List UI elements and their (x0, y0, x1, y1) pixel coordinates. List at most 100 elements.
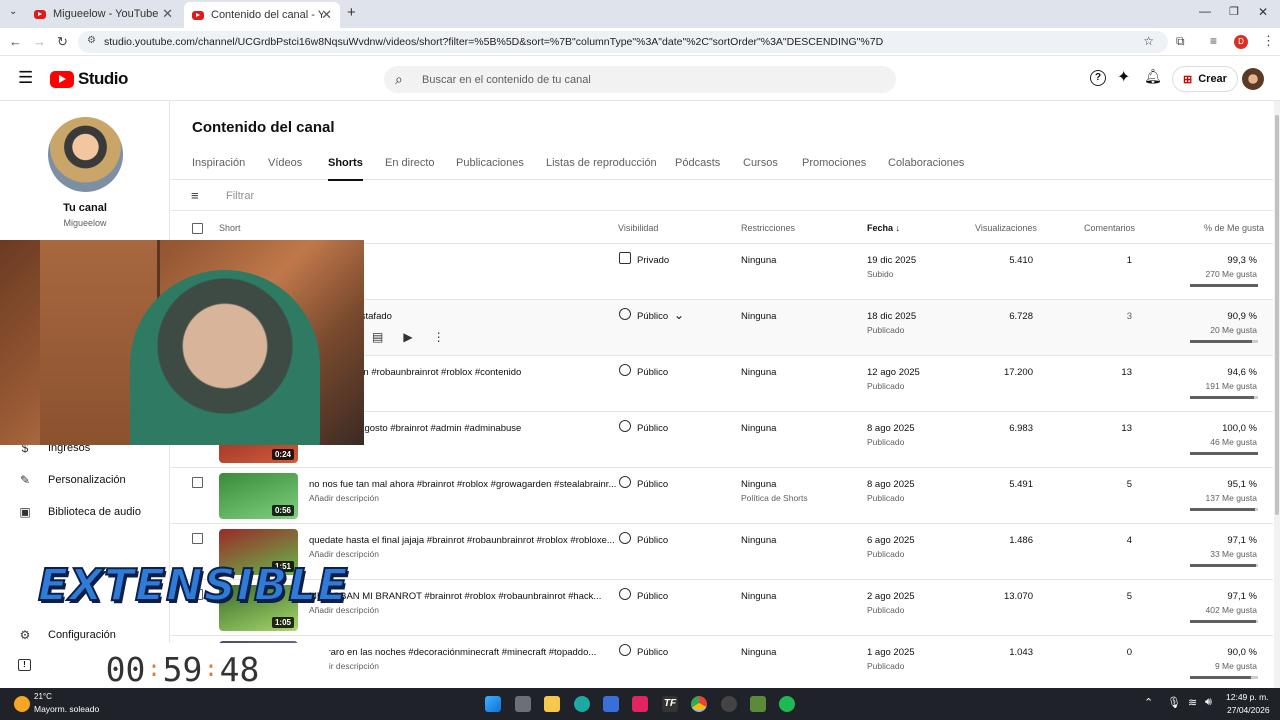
table-row[interactable]: 0:56 no nos fue tan mal ahora #brainrot #… (171, 468, 1273, 524)
youtube-favicon-icon (34, 9, 46, 19)
views-value: 5.491 (1009, 479, 1033, 490)
create-button[interactable]: ⊞ Crear (1172, 66, 1238, 92)
youtube-view-action-icon[interactable]: ▶ (403, 330, 412, 344)
channel-title[interactable]: Tu canal (0, 202, 170, 214)
browser-menu-icon[interactable]: ⋮ (1262, 33, 1275, 49)
tiktok-icon[interactable] (632, 696, 648, 712)
profile-avatar[interactable]: D (1234, 35, 1248, 49)
table-row[interactable]: one raro en las noches #decoraciónminecr… (171, 636, 1273, 688)
tab-colaboraciones[interactable]: Colaboraciones (888, 157, 964, 169)
new-tab-icon[interactable]: + (347, 4, 356, 21)
browser-tab-youtube[interactable]: Migueelow - YouTube ✕ (26, 3, 181, 25)
likes-percent: 97,1 % (1227, 591, 1257, 602)
globe-icon (619, 476, 631, 488)
scrollbar-thumb[interactable] (1275, 115, 1279, 515)
task-view-icon[interactable] (515, 696, 531, 712)
likes-ratio-bar (1190, 620, 1258, 623)
sparkle-icon[interactable]: ✦ (1117, 67, 1130, 87)
start-icon[interactable] (485, 696, 501, 712)
file-explorer-icon[interactable] (544, 696, 560, 712)
page-scrollbar[interactable] (1274, 101, 1280, 688)
microphone-icon[interactable]: 🎙︎ (1167, 696, 1181, 709)
forward-icon[interactable]: → (33, 34, 46, 49)
edge-icon[interactable] (574, 696, 590, 712)
chrome-icon[interactable] (691, 696, 707, 712)
col-likes[interactable]: % de Me gusta (1204, 223, 1264, 233)
tf-app-icon[interactable]: TF (662, 696, 678, 712)
row-checkbox[interactable] (192, 477, 203, 488)
channel-avatar[interactable] (48, 117, 123, 192)
store-icon[interactable] (603, 696, 619, 712)
col-restricciones[interactable]: Restricciones (741, 223, 795, 233)
comments-action-icon[interactable]: ▤ (372, 330, 383, 344)
tab-list-chevron-icon[interactable]: ⌄ (9, 6, 17, 17)
channel-search-input[interactable]: ⌕ Buscar en el contenido de tu canal (384, 66, 896, 93)
wifi-icon[interactable]: ≋ (1188, 696, 1197, 709)
bookmark-star-icon[interactable]: ☆ (1143, 34, 1154, 48)
short-title[interactable]: no nos fue tan mal ahora #brainrot #robl… (309, 479, 616, 490)
short-title[interactable]: ME ROBAN MI BRANROT #brainrot #roblox #r… (309, 591, 601, 602)
media-control-icon[interactable]: ≡ (1210, 34, 1217, 48)
tab-cursos[interactable]: Cursos (743, 157, 778, 169)
row-checkbox[interactable] (192, 533, 203, 544)
col-comentarios[interactable]: Comentarios (1084, 223, 1135, 233)
back-icon[interactable]: ← (9, 34, 22, 49)
spotify-icon[interactable] (779, 696, 795, 712)
tab-videos[interactable]: Vídeos (268, 157, 302, 169)
weather-icon[interactable] (14, 696, 30, 712)
visibility-dropdown-icon[interactable]: ⌄ (674, 308, 684, 322)
sidebar-item-configuracion[interactable]: ⚙ Configuración (18, 628, 116, 642)
volume-icon[interactable]: 🔊︎ (1205, 696, 1212, 709)
tab-promociones[interactable]: Promociones (802, 157, 866, 169)
help-icon[interactable]: ? (1090, 70, 1106, 86)
tab-shorts[interactable]: Shorts (328, 157, 363, 181)
visibility-value[interactable]: Público (637, 311, 668, 322)
short-description[interactable]: Añadir descripción (309, 549, 379, 559)
account-avatar[interactable] (1242, 68, 1264, 90)
sidebar-item-personalizacion[interactable]: ✎ Personalización (18, 473, 126, 487)
notifications-bell-icon[interactable]: 🔔︎ (1144, 68, 1162, 85)
extensions-icon[interactable]: ⧉ (1176, 34, 1185, 49)
maximize-icon[interactable]: ❐ (1229, 5, 1239, 18)
tab-en-directo[interactable]: En directo (385, 157, 435, 169)
tab-inspiracion[interactable]: Inspiración (192, 157, 245, 169)
window-close-icon[interactable]: ✕ (1258, 5, 1268, 19)
close-tab-icon[interactable]: ✕ (162, 6, 173, 22)
select-all-checkbox[interactable] (192, 223, 203, 234)
likes-count: 9 Me gusta (1214, 661, 1257, 671)
minecraft-launcher-icon[interactable] (750, 696, 766, 712)
comments-value[interactable]: 3 (1127, 311, 1132, 322)
col-visualizaciones[interactable]: Visualizaciones (975, 223, 1037, 233)
filter-input[interactable]: Filtrar (226, 190, 254, 202)
reload-icon[interactable]: ↻ (57, 34, 68, 50)
col-visibilidad[interactable]: Visibilidad (618, 223, 658, 233)
obs-icon[interactable] (721, 696, 737, 712)
tab-podcasts[interactable]: Pódcasts (675, 157, 720, 169)
visibility-value: Público (637, 367, 669, 378)
short-thumbnail[interactable]: 0:56 (219, 473, 298, 519)
sidebar-item-biblioteca-audio[interactable]: ▣ Biblioteca de audio (18, 505, 141, 519)
tray-chevron-icon[interactable]: ⌃ (1144, 696, 1153, 709)
filter-bar[interactable]: ≡ Filtrar (171, 181, 1273, 211)
url-field[interactable]: ⚙ studio.youtube.com/channel/UCGrdbPstci… (78, 31, 1168, 53)
minimize-icon[interactable]: — (1199, 4, 1211, 18)
likes-ratio-bar (1190, 396, 1258, 399)
hamburger-menu-icon[interactable]: ☰ (18, 68, 33, 88)
likes-ratio-bar (1190, 284, 1258, 287)
more-options-icon[interactable]: ⋮ (433, 330, 445, 344)
short-title[interactable]: quedate hasta el final jajaja #brainrot … (309, 535, 615, 546)
short-description[interactable]: Añadir descripción (309, 493, 379, 503)
likes-percent: 100,0 % (1222, 423, 1257, 434)
tab-listas[interactable]: Listas de reproducción (546, 157, 657, 169)
short-title[interactable]: one raro en las noches #decoraciónminecr… (309, 647, 596, 658)
globe-icon (619, 588, 631, 600)
studio-logo[interactable]: Studio (50, 69, 128, 89)
filter-icon[interactable]: ≡ (191, 188, 199, 203)
close-tab-icon[interactable]: ✕ (321, 7, 332, 23)
browser-tab-studio[interactable]: Contenido del canal - YouTube ✕ (184, 2, 340, 28)
feedback-icon[interactable]: ! (18, 659, 31, 671)
tab-publicaciones[interactable]: Publicaciones (456, 157, 524, 169)
col-fecha[interactable]: Fecha ↓ (867, 223, 900, 233)
restriction-detail[interactable]: Política de Shorts (741, 493, 808, 503)
site-info-icon[interactable]: ⚙ (87, 35, 96, 46)
